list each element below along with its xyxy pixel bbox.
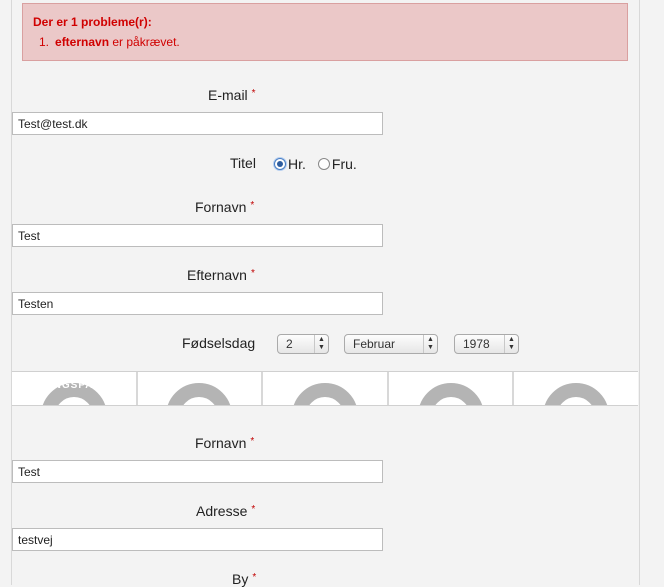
- banner-strip: ERINGSPA: [12, 371, 638, 406]
- banner-tile: [514, 372, 638, 405]
- birthday-day-select[interactable]: 2 ▲ ▼: [277, 334, 329, 354]
- error-item-number: 1.: [39, 35, 50, 49]
- birthday-month-select[interactable]: Februar ▲ ▼: [344, 334, 438, 354]
- firstname2-label-text: Fornavn: [195, 435, 247, 451]
- birthday-label: Fødselsdag: [182, 335, 256, 351]
- ring-graphic-icon: [166, 383, 233, 405]
- firstname2-label: Fornavn *: [195, 435, 254, 451]
- firstname-label: Fornavn *: [195, 199, 254, 215]
- banner-tile: [388, 372, 515, 405]
- required-marker: *: [251, 88, 256, 99]
- banner-tile: ERINGSPA: [12, 372, 138, 405]
- address-input[interactable]: [12, 528, 383, 551]
- error-title: Der er 1 probleme(r):: [33, 15, 152, 29]
- title-radio-fru-label: Fru.: [331, 156, 357, 172]
- email-label-text: E-mail: [208, 87, 248, 103]
- email-input[interactable]: [12, 112, 383, 135]
- required-marker: *: [250, 200, 255, 211]
- ring-graphic-icon: [543, 383, 610, 405]
- birthday-month-value: Februar: [353, 337, 396, 351]
- error-item-message: er påkrævet.: [109, 35, 180, 49]
- email-label: E-mail *: [208, 87, 256, 103]
- lastname-input[interactable]: [12, 292, 383, 315]
- select-arrows-icon: ▲ ▼: [423, 335, 437, 353]
- title-radio-fru[interactable]: [317, 158, 330, 170]
- required-marker: *: [250, 436, 255, 447]
- error-list: 1. efternavn er påkrævet.: [33, 35, 617, 49]
- select-arrows-icon: ▲ ▼: [314, 335, 328, 353]
- birthday-year-value: 1978: [463, 337, 490, 351]
- lastname-label-text: Efternavn: [187, 267, 247, 283]
- required-marker: *: [251, 504, 256, 515]
- select-arrows-icon: ▲ ▼: [504, 335, 518, 353]
- title-radio-hr[interactable]: [274, 158, 286, 170]
- birthday-year-select[interactable]: 1978 ▲ ▼: [454, 334, 519, 354]
- address-label: Adresse *: [196, 503, 255, 519]
- error-summary: Der er 1 probleme(r): 1. efternavn er påk…: [22, 3, 628, 61]
- banner-tile: [137, 372, 264, 405]
- ring-graphic-icon: [291, 383, 358, 405]
- required-marker: *: [252, 572, 257, 583]
- firstname-input[interactable]: [12, 224, 383, 247]
- title-label: Titel: [230, 155, 256, 171]
- title-radio-group: Hr. Fru.: [274, 156, 369, 172]
- ring-graphic-icon: [417, 383, 484, 405]
- error-item: 1. efternavn er påkrævet.: [33, 35, 617, 49]
- banner-tile: [263, 372, 389, 405]
- required-marker: *: [250, 268, 255, 279]
- firstname2-input[interactable]: [12, 460, 383, 483]
- birthday-day-value: 2: [286, 337, 293, 351]
- page-border-right: [639, 0, 640, 585]
- firstname-label-text: Fornavn: [195, 199, 247, 215]
- title-radio-hr-label: Hr.: [288, 156, 306, 172]
- lastname-label: Efternavn *: [187, 267, 255, 283]
- banner-text: ERINGSPA: [34, 380, 94, 391]
- address-label-text: Adresse: [196, 503, 248, 519]
- error-item-field: efternavn: [55, 35, 110, 49]
